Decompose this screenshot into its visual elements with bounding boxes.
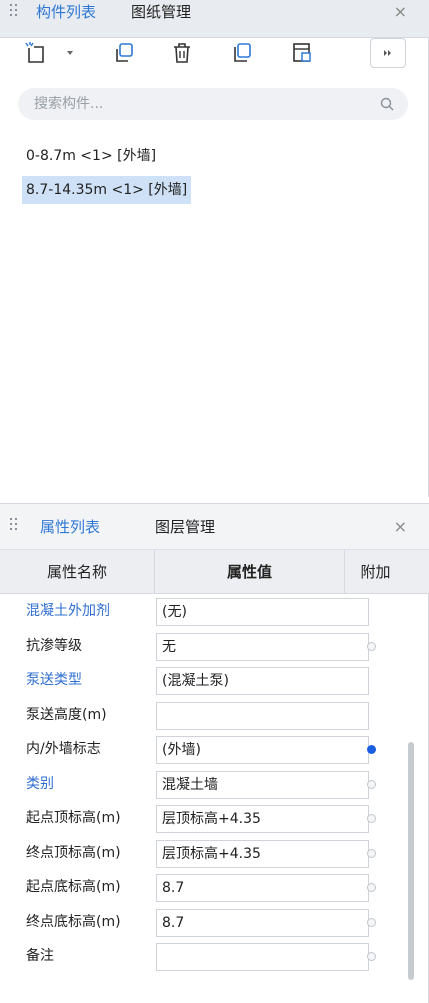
property-name: 抗渗等级 [26,637,82,654]
component-list: 0-8.7m <1> [外墙] 8.7-14.35m <1> [外墙] [22,142,192,210]
property-name: 泵送高度(m) [26,706,107,723]
property-value-field[interactable] [156,943,369,971]
delete-icon [174,43,190,63]
copy-to-floor-button[interactable] [226,38,258,68]
component-panel-tabbar: 构件列表 图纸管理 × [0,0,429,38]
new-component-button[interactable] [20,38,52,68]
delete-component-button[interactable] [166,38,198,68]
property-value-field[interactable] [156,701,369,730]
property-name: 类别 [26,775,54,792]
property-table-header: 属性名称 属性值 附加 [0,550,429,594]
copy-component-button[interactable] [108,38,140,68]
property-name: 内/外墙标志 [26,741,101,757]
list-item-component-0[interactable]: 0-8.7m <1> [外墙] [22,142,160,170]
tab-layer-management[interactable]: 图层管理 [155,515,215,539]
scrollbar-thumb[interactable] [408,742,414,980]
component-list-panel: 构件列表 图纸管理 × 搜索构件... 0-8.7m <1> [外墙] 8.7-… [0,0,429,497]
property-value-field[interactable]: 层顶标高+4.35 [156,805,369,833]
list-item-component-1[interactable]: 8.7-14.35m <1> [外墙] [22,176,192,204]
property-value-field[interactable]: 混凝土墙 [156,770,369,799]
property-value-field[interactable]: 层顶标高+4.35 [156,839,369,868]
table-row[interactable]: 泵送高度(m) [0,698,410,733]
property-name: 泵送类型 [26,672,82,688]
table-row[interactable]: 终点顶标高(m) 层顶标高+4.35 [0,836,410,871]
table-row[interactable]: 起点顶标高(m) 层顶标高+4.35 [0,801,410,836]
column-header-name: 属性名称 [46,563,107,581]
property-value-field[interactable]: 8.7 [156,874,369,902]
table-row[interactable]: 备注 [0,939,410,974]
tab-property-list[interactable]: 属性列表 [40,515,100,539]
table-row[interactable]: 起点底标高(m) 8.7 [0,870,410,905]
attach-unchecked-icon[interactable] [367,917,376,927]
property-value-field[interactable]: 无 [156,632,369,661]
property-value-field[interactable]: 8.7 [156,908,369,937]
floor-copy-button[interactable] [286,38,318,68]
dropdown-arrow-icon [67,51,73,55]
property-name: 终点底标高(m) [26,913,121,930]
close-panel-button[interactable]: × [394,515,407,539]
copy-icon [116,43,133,62]
column-header-value: 属性值 [154,550,344,594]
tab-drawing-management[interactable]: 图纸管理 [131,0,191,24]
tab-component-list[interactable]: 构件列表 [36,0,96,24]
property-panel-tabbar: 属性列表 图层管理 × [0,504,429,550]
property-list-panel: 属性列表 图层管理 × 属性名称 属性值 附加 混凝土外加剂 (无) 抗渗等级无泵送… [0,503,429,1003]
property-value-field[interactable]: (外墙) [156,736,369,764]
attach-unchecked-icon[interactable] [367,883,376,892]
search-input[interactable] [34,88,364,120]
table-row[interactable]: 抗渗等级 无 [0,629,410,664]
property-name: 起点底标高(m) [26,879,121,895]
attach-unchecked-icon[interactable] [367,814,376,823]
property-name: 混凝土外加剂 [26,603,110,619]
new-component-dropdown[interactable] [60,38,80,68]
more-tools-button[interactable] [370,38,406,68]
table-row[interactable]: 类别 混凝土墙 [0,767,410,802]
more-icon [384,50,391,56]
property-name: 终点顶标高(m) [26,844,121,861]
attach-checked-icon[interactable] [367,745,376,754]
table-row[interactable]: 内/外墙标志 (外墙) [0,732,410,767]
component-toolbar [0,38,429,82]
attach-unchecked-icon[interactable] [367,848,376,858]
table-row[interactable]: 混凝土外加剂 (无) [0,594,410,629]
close-panel-button[interactable]: × [394,0,407,24]
property-value-field[interactable]: (无) [156,598,369,626]
search-icon[interactable] [380,97,394,111]
column-header-extra: 附加 [344,550,406,594]
floor-copy-icon [293,43,311,62]
drag-grip-icon[interactable] [10,518,20,536]
copy-to-floor-icon [234,43,251,62]
new-component-icon [25,42,44,63]
drag-grip-icon[interactable] [10,4,20,22]
property-name: 备注 [26,948,54,964]
attach-unchecked-icon[interactable] [367,952,376,961]
attach-unchecked-icon[interactable] [367,779,376,789]
property-name: 起点顶标高(m) [26,810,121,826]
table-row[interactable]: 终点底标高(m) 8.7 [0,905,410,940]
property-value-field[interactable]: (混凝土泵) [156,667,369,695]
table-row[interactable]: 泵送类型 (混凝土泵) [0,663,410,698]
attach-unchecked-icon[interactable] [367,641,376,651]
property-table-body: 混凝土外加剂 (无) 抗渗等级 无泵送类型 (混凝土泵) 泵送高度(m) 内/外墙标志 (外墙… [0,594,410,974]
search-box [18,88,408,120]
